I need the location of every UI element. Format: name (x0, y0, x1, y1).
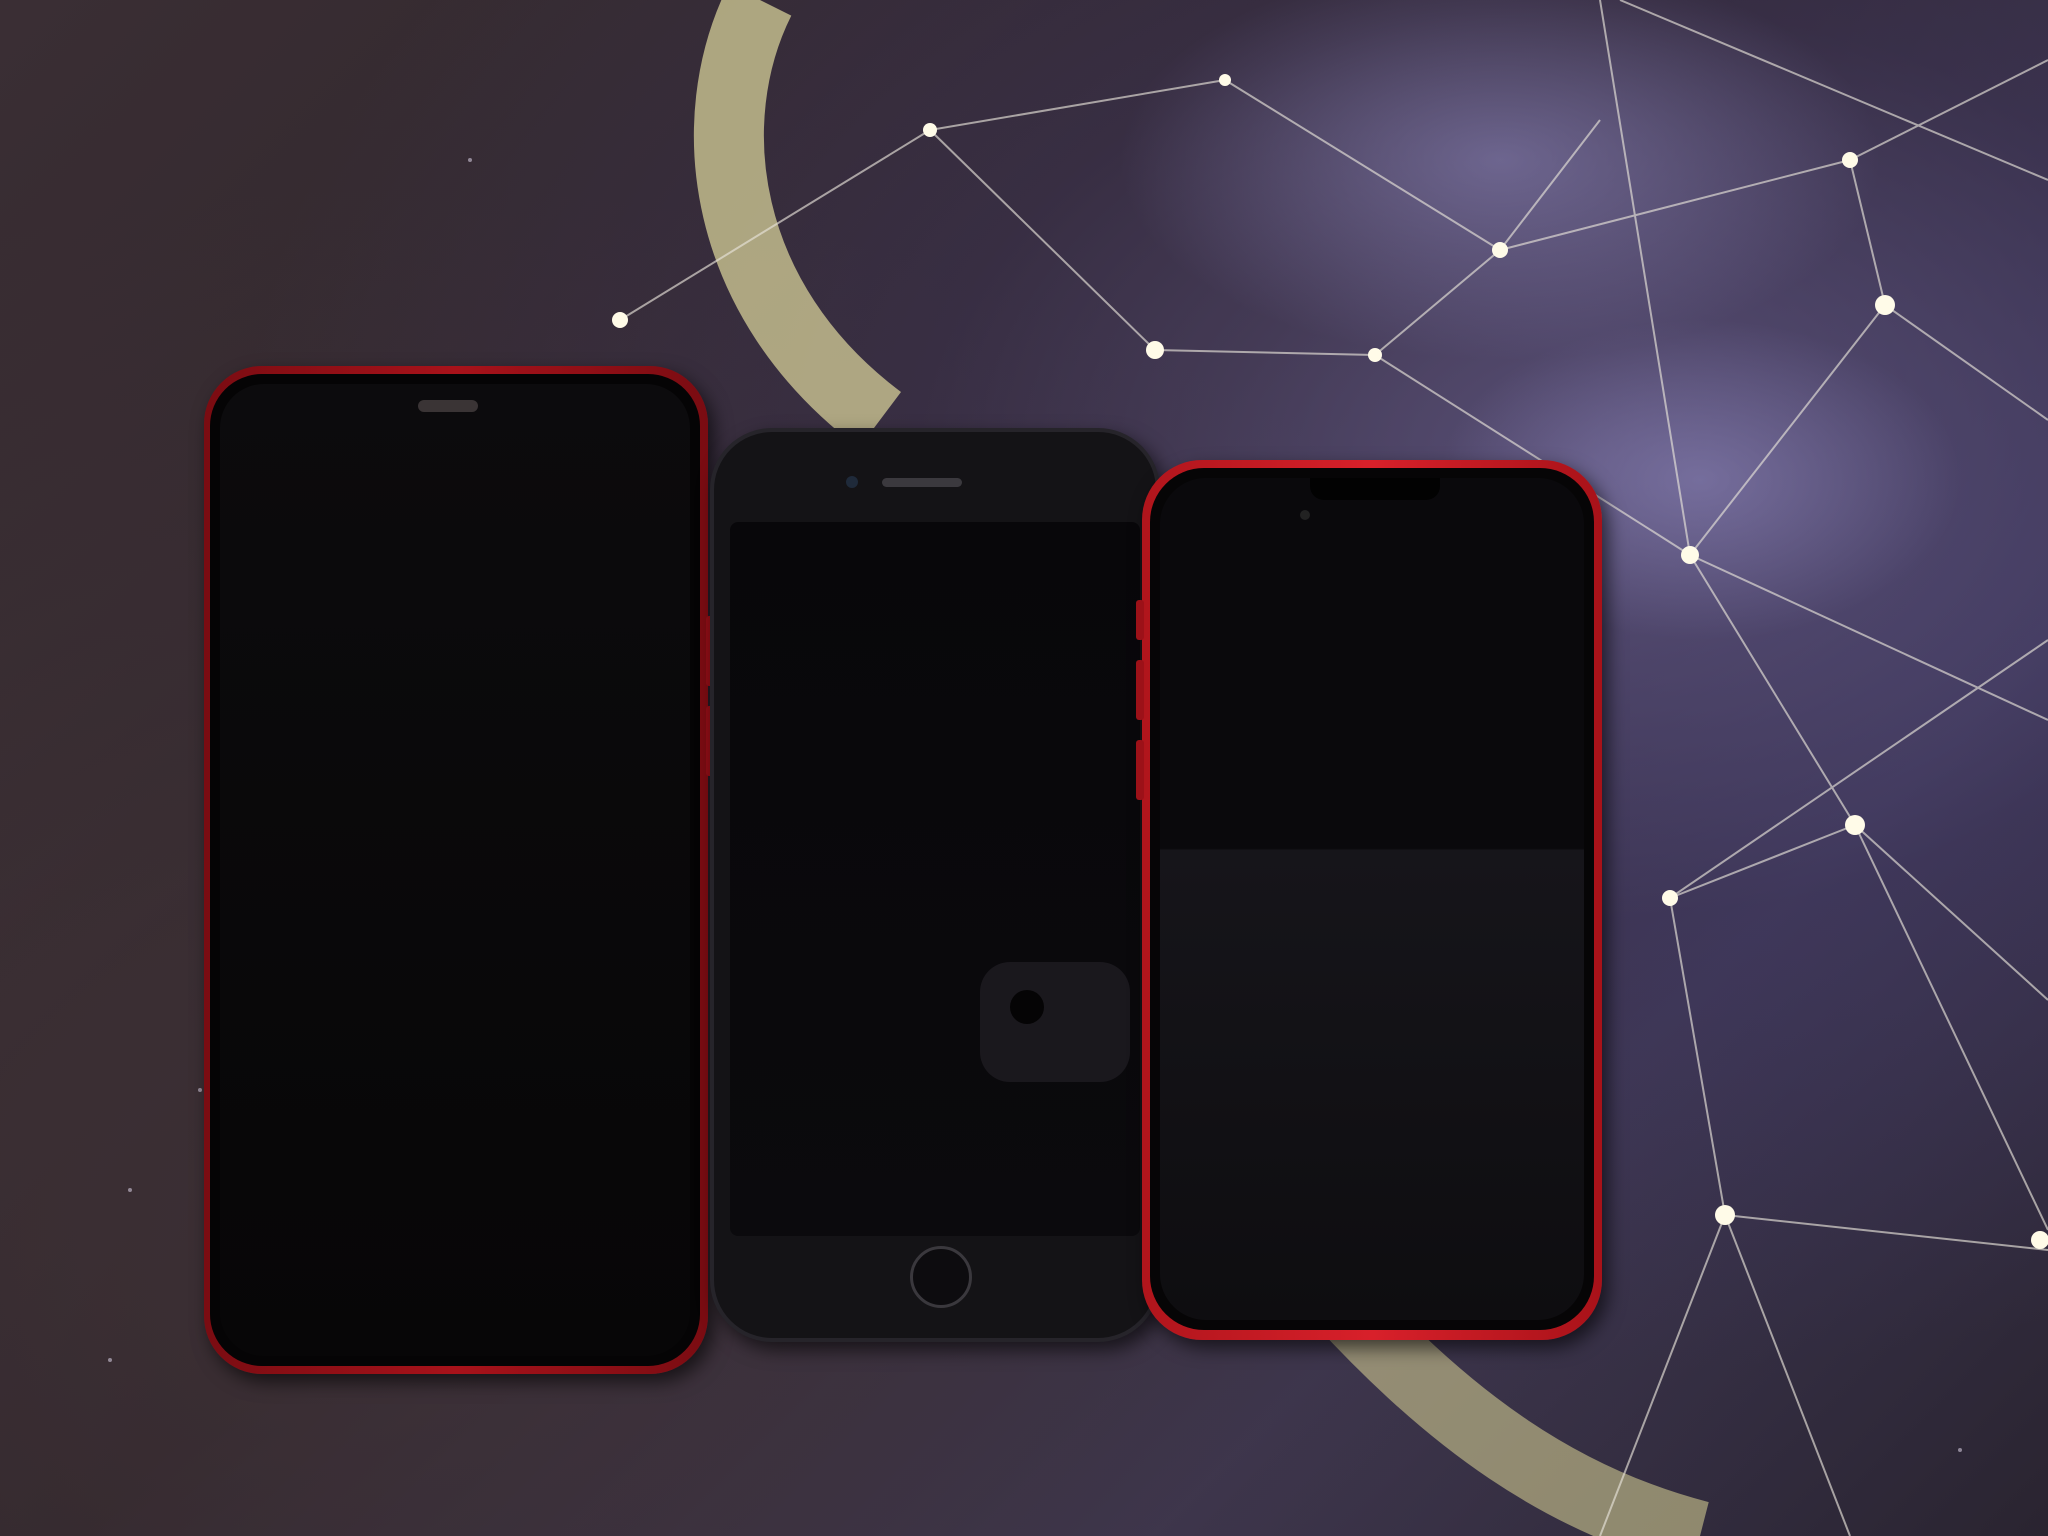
iphone-13-mini-red (1136, 460, 1602, 1340)
phone-bezel (1150, 468, 1594, 1330)
desk-mat-background (0, 0, 2048, 1536)
moon-arc-top (693, 0, 902, 448)
display-notch (1310, 478, 1440, 500)
earpiece-speaker (882, 478, 962, 487)
screen-reflection-dot (1010, 990, 1044, 1024)
iphone-se-black (710, 428, 1160, 1342)
phone-screen-off (1160, 478, 1584, 1320)
side-button (1136, 600, 1144, 640)
screen-reflection (980, 962, 1130, 1082)
earpiece-speaker (418, 400, 478, 412)
side-button (1136, 660, 1144, 720)
phone-screen-off (220, 384, 690, 1356)
home-button (910, 1246, 972, 1308)
earth-glow (1120, 0, 1880, 360)
side-button (1136, 740, 1144, 800)
iphone-11-red (204, 366, 714, 1374)
phone-bezel (210, 374, 700, 1366)
front-camera (1300, 510, 1310, 520)
phone-screen-off (730, 522, 1140, 1236)
front-camera (846, 476, 858, 488)
